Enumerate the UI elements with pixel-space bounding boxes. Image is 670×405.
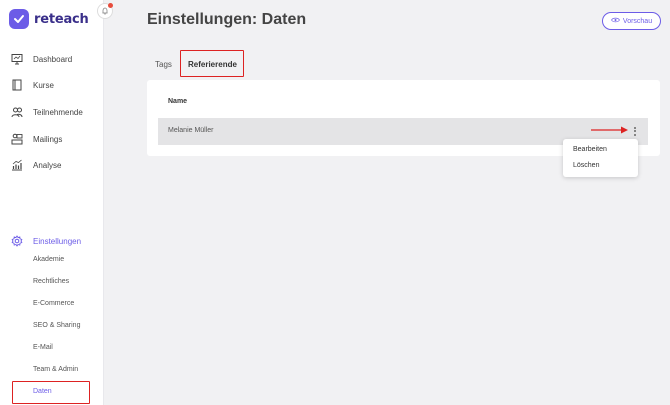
sidebar-subitem-daten[interactable]: Daten [33, 388, 52, 395]
sidebar-item-label: Analyse [33, 160, 62, 170]
sidebar-item-teilnehmende[interactable]: Teilnehmende [11, 106, 83, 118]
notification-badge [108, 3, 113, 8]
arrow-annotation-icon [591, 126, 628, 134]
notification-button[interactable] [97, 3, 113, 19]
sidebar-item-label: Dashboard [33, 54, 73, 64]
sidebar-item-label: Mailings [33, 134, 63, 144]
tab-referierende[interactable]: Referierende [188, 60, 237, 69]
mailing-icon [11, 133, 23, 145]
tab-tags[interactable]: Tags [155, 60, 172, 69]
menu-item-bearbeiten[interactable]: Bearbeiten [573, 146, 607, 153]
sidebar-item-analyse[interactable]: Analyse [11, 159, 61, 171]
column-header-name: Name [168, 98, 188, 105]
sidebar-subitem-e-commerce[interactable]: E-Commerce [33, 300, 74, 307]
preview-label: Vorschau [622, 17, 653, 25]
brand-name: reteach [34, 11, 89, 27]
sidebar-subitem-e-mail[interactable]: E-Mail [33, 344, 53, 351]
sidebar-subitem-rechtliches[interactable]: Rechtliches [33, 278, 69, 285]
logo[interactable]: reteach [9, 9, 89, 29]
sidebar-item-dashboard[interactable]: Dashboard [11, 53, 72, 65]
preview-button[interactable]: Vorschau [602, 12, 661, 30]
sidebar-item-mailings[interactable]: Mailings [11, 133, 62, 145]
sidebar-item-kurse[interactable]: Kurse [11, 79, 54, 91]
chart-icon [11, 159, 23, 171]
sidebar-subitem-akademie[interactable]: Akademie [33, 256, 64, 263]
gear-icon [11, 235, 23, 247]
book-icon [11, 79, 23, 91]
page-title: Einstellungen: Daten [147, 11, 307, 28]
sidebar-item-label: Teilnehmende [33, 107, 83, 117]
menu-item-loeschen[interactable]: Löschen [573, 162, 599, 169]
eye-icon [610, 17, 620, 25]
context-menu: Bearbeiten Löschen [563, 139, 638, 177]
row-name: Melanie Müller [168, 127, 214, 134]
users-icon [11, 106, 23, 118]
sidebar: reteach Dashboard Kurse Teilnehmende Mai… [0, 0, 104, 405]
sidebar-item-label: Kurse [33, 80, 54, 90]
sidebar-subitem-team-admin[interactable]: Team & Admin [33, 366, 78, 373]
more-options-icon[interactable] [632, 125, 638, 137]
monitor-icon [11, 53, 23, 65]
sidebar-item-einstellungen[interactable]: Einstellungen [11, 235, 81, 247]
reteach-logo-icon [9, 9, 29, 29]
sidebar-subitem-seo-sharing[interactable]: SEO & Sharing [33, 322, 80, 329]
sidebar-item-label: Einstellungen [33, 236, 82, 246]
